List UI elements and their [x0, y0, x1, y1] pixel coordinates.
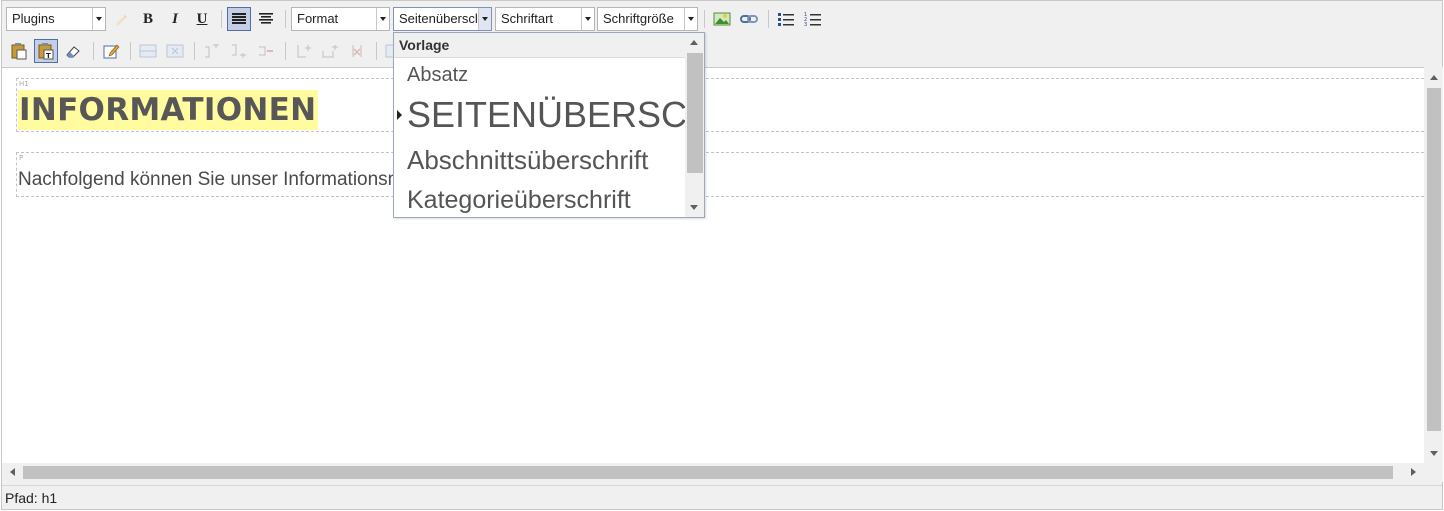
row-insert-icon: [205, 44, 219, 58]
horizontal-scroll-thumb[interactable]: [23, 466, 1393, 479]
edit-icon: [103, 44, 120, 59]
table-icon: [139, 44, 157, 58]
table-row-button[interactable]: [136, 39, 160, 63]
dropdown-item-absatz[interactable]: Absatz: [394, 62, 686, 88]
toolbar-separator: [285, 42, 286, 60]
numbered-list-icon: 123: [804, 12, 821, 27]
edit-source-button[interactable]: [99, 39, 123, 63]
chevron-down-icon[interactable]: [478, 8, 491, 30]
font-size-select[interactable]: Schriftgröße: [597, 7, 698, 31]
table-delete-icon: [166, 44, 184, 58]
paste-button[interactable]: [7, 39, 31, 63]
format-select[interactable]: Format: [291, 7, 390, 31]
scrollbar-corner: [1424, 463, 1443, 482]
dropdown-scrollbar[interactable]: [685, 33, 704, 217]
plugins-select[interactable]: Plugins: [6, 7, 106, 31]
delete-row-button[interactable]: [254, 39, 278, 63]
image-icon: [713, 12, 731, 26]
dropdown-header: Vorlage: [394, 33, 686, 58]
scroll-right-icon[interactable]: [1405, 463, 1421, 482]
align-justify-icon: [232, 13, 246, 24]
scroll-left-icon[interactable]: [5, 463, 21, 482]
eraser-icon: [66, 46, 80, 58]
format-select-value: Format: [297, 11, 339, 26]
toolbar-separator: [93, 42, 94, 60]
underline-button[interactable]: U: [190, 7, 214, 31]
toolbar-separator: [285, 10, 286, 28]
align-justify-button[interactable]: [227, 7, 251, 31]
insert-image-button[interactable]: [710, 7, 734, 31]
insert-row-before-button[interactable]: [200, 39, 224, 63]
scroll-up-icon[interactable]: [1424, 69, 1443, 85]
scroll-down-icon[interactable]: [1424, 445, 1443, 461]
dropdown-item-seitenueberschrift[interactable]: SEITENÜBERSCHRIFT: [394, 93, 686, 137]
style-select-value: Seitenüberschrift: [399, 11, 477, 26]
font-family-select-value: Schriftart: [501, 11, 554, 26]
font-family-select[interactable]: Schriftart: [495, 7, 595, 31]
insert-col-after-button[interactable]: [318, 39, 342, 63]
bullet-list-icon: [778, 13, 794, 26]
svg-text:T: T: [46, 52, 51, 60]
toolbar-separator: [130, 42, 131, 60]
heading-text[interactable]: INFORMATIONEN: [18, 90, 319, 130]
row-delete-icon: [259, 46, 273, 56]
insert-col-before-button[interactable]: [291, 39, 315, 63]
font-size-select-value: Schriftgröße: [603, 11, 674, 26]
pencil-icon[interactable]: [109, 7, 133, 31]
status-bar: Pfad: h1: [2, 485, 1442, 509]
rich-text-editor: Plugins B I U Format Seitenüberschrift S…: [1, 0, 1443, 510]
element-path: Pfad: h1: [5, 490, 58, 506]
chevron-down-icon[interactable]: [684, 8, 697, 30]
dropdown-item-kategorieueberschrift[interactable]: Kategorieüberschrift: [394, 184, 686, 216]
style-select[interactable]: Seitenüberschrift: [393, 7, 492, 31]
italic-label: I: [172, 10, 178, 27]
toolbar-separator: [376, 42, 377, 60]
editor-content[interactable]: H1 INFORMATIONEN P Nachfolgend können Si…: [2, 67, 1424, 463]
align-center-icon: [259, 13, 273, 24]
dropdown-scroll-thumb[interactable]: [687, 53, 703, 173]
delete-col-button[interactable]: [345, 39, 369, 63]
col-insert-after-icon: [322, 45, 338, 58]
scroll-down-icon[interactable]: [685, 199, 704, 217]
chevron-down-icon[interactable]: [581, 8, 594, 30]
toolbar-separator: [768, 10, 769, 28]
chevron-down-icon[interactable]: [376, 8, 389, 30]
row-insert-after-icon: [232, 44, 246, 58]
paste-icon: [11, 43, 27, 60]
paste-text-button[interactable]: T: [34, 39, 58, 63]
col-insert-icon: [297, 45, 311, 58]
block-tag-p: P: [19, 154, 24, 162]
paste-text-icon: T: [38, 43, 54, 60]
toolbar-separator: [194, 42, 195, 60]
bold-button[interactable]: B: [136, 7, 160, 31]
paragraph-block[interactable]: P Nachfolgend können Sie unser Informati…: [16, 152, 1424, 197]
toolbar-separator: [704, 10, 705, 28]
vertical-scrollbar[interactable]: [1424, 67, 1443, 463]
underline-label: U: [196, 10, 208, 27]
block-tag-h1: H1: [19, 80, 29, 88]
insert-row-after-button[interactable]: [227, 39, 251, 63]
vertical-scroll-thumb[interactable]: [1427, 88, 1441, 431]
eraser-button[interactable]: [61, 39, 85, 63]
horizontal-scrollbar[interactable]: [2, 463, 1424, 482]
style-dropdown[interactable]: Vorlage Absatz SEITENÜBERSCHRIFT Abschni…: [393, 32, 705, 218]
toolbar-separator: [221, 10, 222, 28]
scroll-up-icon[interactable]: [685, 33, 704, 51]
bullet-list-button[interactable]: [774, 7, 798, 31]
col-delete-icon: [352, 45, 362, 57]
dropdown-item-abschnittsueberschrift[interactable]: Abschnittsüberschrift: [394, 144, 686, 176]
numbered-list-button[interactable]: 123: [801, 7, 825, 31]
italic-button[interactable]: I: [163, 7, 187, 31]
insert-link-button[interactable]: [737, 7, 761, 31]
align-center-button[interactable]: [254, 7, 278, 31]
bold-label: B: [142, 10, 153, 27]
table-delete-button[interactable]: [163, 39, 187, 63]
chevron-down-icon[interactable]: [92, 8, 105, 30]
svg-text:3: 3: [804, 22, 807, 27]
heading-block[interactable]: H1 INFORMATIONEN: [16, 78, 1424, 132]
plugins-select-value: Plugins: [12, 11, 55, 26]
link-icon: [740, 15, 758, 23]
toolbar-row-2: T: [2, 36, 1442, 66]
toolbar-row-1: Plugins B I U Format Seitenüberschrift S…: [2, 4, 1442, 34]
